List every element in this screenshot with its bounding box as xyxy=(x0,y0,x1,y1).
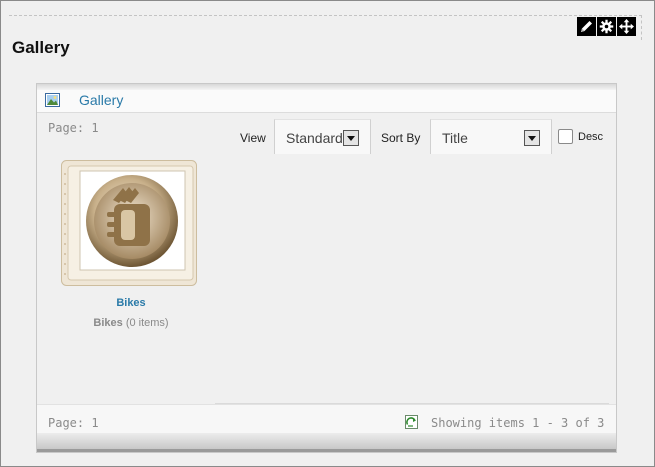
picture-icon xyxy=(45,93,60,107)
module-frame: Gallery Gallery Page: 1 View Standard So… xyxy=(0,0,655,467)
move-button[interactable] xyxy=(617,17,636,36)
edit-button[interactable] xyxy=(577,17,596,36)
pencil-icon xyxy=(581,21,592,32)
album-caption: Bikes (0 items) xyxy=(61,317,201,329)
refresh-icon[interactable] xyxy=(405,415,418,429)
view-select[interactable]: Standard xyxy=(274,119,371,154)
desc-label: Desc xyxy=(578,131,604,143)
panel-bottom-border xyxy=(37,433,616,452)
gallery-link[interactable]: Gallery xyxy=(79,92,123,108)
view-label: View xyxy=(240,131,266,145)
view-select-value: Standard xyxy=(286,130,343,146)
page-title: Gallery xyxy=(12,38,70,57)
gallery-header: Gallery xyxy=(37,90,616,113)
sort-by-label: Sort By xyxy=(381,131,421,145)
album-thumbnail[interactable] xyxy=(61,160,197,286)
edit-zone-outline xyxy=(9,15,642,40)
album-title-link[interactable]: Bikes xyxy=(61,297,201,309)
sort-select-value: Title xyxy=(442,130,468,146)
settings-button[interactable] xyxy=(597,17,616,36)
album-item-count: (0 items) xyxy=(125,317,169,329)
chevron-down-icon xyxy=(524,130,540,146)
page-indicator-bottom: Page: 1 xyxy=(48,416,99,430)
album-name: Bikes xyxy=(93,317,123,329)
gallery-toolbar: Page: 1 View Standard Sort By Title Desc xyxy=(37,113,616,155)
chevron-down-icon xyxy=(343,130,359,146)
page-indicator-top: Page: 1 xyxy=(48,121,99,135)
gallery-panel: Gallery Page: 1 View Standard Sort By Ti… xyxy=(36,83,617,453)
album-cover-image xyxy=(61,160,197,286)
module-toolbar xyxy=(577,17,636,36)
gear-icon xyxy=(599,19,614,34)
item-range-summary: Showing items 1 - 3 of 3 xyxy=(431,416,605,430)
move-icon xyxy=(619,19,634,34)
desc-checkbox[interactable] xyxy=(558,129,573,144)
sort-select[interactable]: Title xyxy=(430,119,552,154)
